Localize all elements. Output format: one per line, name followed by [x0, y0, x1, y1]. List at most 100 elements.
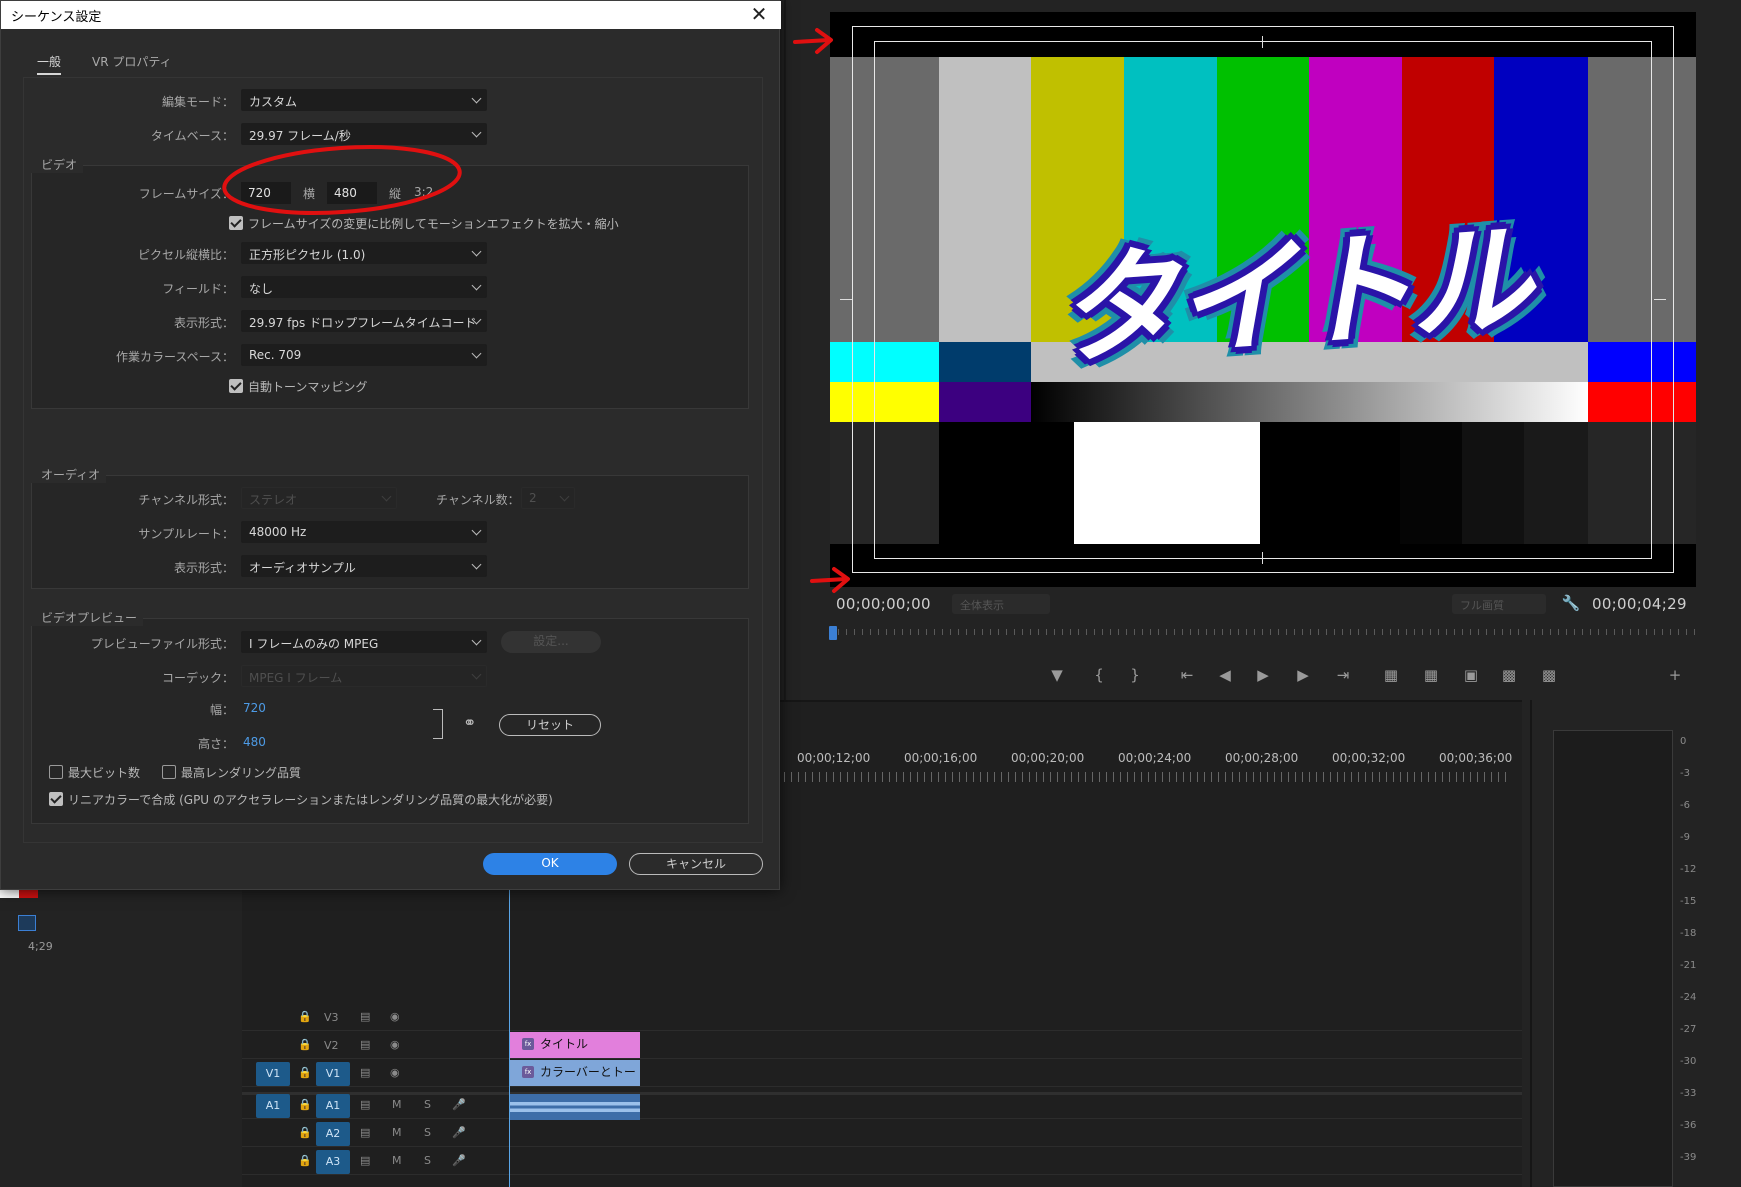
edit-mode-dropdown[interactable]: カスタム: [241, 89, 487, 111]
lock-icon[interactable]: 🔒: [298, 1154, 312, 1167]
microphone-icon[interactable]: 🎤: [452, 1126, 466, 1139]
chain-link-icon[interactable]: ⚭: [463, 713, 476, 732]
toggle-sync-icon[interactable]: ▤: [360, 1098, 370, 1111]
audio-meter: [1553, 730, 1673, 1187]
preview-width-value[interactable]: 720: [243, 701, 266, 715]
source-patch-a1[interactable]: A1: [256, 1094, 290, 1118]
preview-height-value[interactable]: 480: [243, 735, 266, 749]
timeline-playhead[interactable]: [509, 880, 510, 1187]
codec-label: コーデック：: [161, 671, 234, 685]
play-icon[interactable]: ▶: [1252, 664, 1274, 686]
max-render-quality-checkbox[interactable]: [162, 765, 176, 779]
fields-label: フィールド：: [162, 282, 234, 296]
monitor-time-ruler[interactable]: [830, 622, 1698, 642]
pixel-aspect-dropdown[interactable]: 正方形ピクセル (1.0): [241, 242, 487, 264]
lock-icon[interactable]: 🔒: [298, 1010, 312, 1023]
toggle-proxy-icon[interactable]: ▩: [1538, 664, 1560, 686]
track-row-v3: [242, 1004, 1522, 1031]
lock-icon[interactable]: 🔒: [298, 1126, 312, 1139]
monitor-playhead-icon[interactable]: [829, 626, 837, 640]
preview-file-format-dropdown[interactable]: I フレームのみの MPEG: [241, 631, 487, 653]
close-icon[interactable]: ✕: [747, 2, 771, 26]
ok-button[interactable]: OK: [483, 853, 617, 875]
fields-value: なし: [249, 282, 274, 296]
extract-icon[interactable]: ▦: [1420, 664, 1442, 686]
add-button-icon[interactable]: +: [1664, 664, 1686, 686]
step-back-icon[interactable]: ◀: [1214, 664, 1236, 686]
fields-dropdown[interactable]: なし: [241, 276, 487, 298]
clip-title-label: タイトル: [540, 1037, 589, 1051]
eye-icon[interactable]: ◉: [390, 1038, 400, 1051]
timeline-ruler-ticks[interactable]: [784, 772, 1509, 782]
color-space-value: Rec. 709: [249, 348, 302, 362]
clip-title[interactable]: fx タイトル: [510, 1032, 640, 1058]
toggle-sync-icon[interactable]: ▤: [360, 1154, 370, 1167]
mute-icon[interactable]: M: [392, 1098, 402, 1111]
meter-label: -33: [1680, 1088, 1697, 1099]
marker-icon[interactable]: ▼: [1046, 664, 1068, 686]
eye-icon[interactable]: ◉: [390, 1010, 400, 1023]
track-label-a1[interactable]: A1: [316, 1094, 350, 1118]
chevron-down-icon: [471, 246, 482, 257]
tone-mapping-checkbox[interactable]: [229, 379, 243, 393]
display-format-dropdown[interactable]: 29.97 fps ドロップフレームタイムコード: [241, 310, 487, 332]
mark-out-icon[interactable]: }: [1124, 664, 1146, 686]
meter-label: -27: [1680, 1024, 1697, 1035]
tone-mapping-label: 自動トーンマッピング: [248, 380, 368, 394]
solo-icon[interactable]: S: [424, 1154, 431, 1167]
toggle-sync-icon[interactable]: ▤: [360, 1010, 370, 1023]
fx-badge-icon: fx: [522, 1038, 534, 1050]
mark-in-icon[interactable]: {: [1088, 664, 1110, 686]
monitor-timecode-start[interactable]: 00;00;00;00: [836, 595, 931, 613]
linear-color-checkbox[interactable]: [49, 792, 63, 806]
tab-vr-properties[interactable]: VR プロパティ: [92, 53, 172, 70]
annotation-arrow-top: [793, 28, 833, 54]
track-label-v1[interactable]: V1: [316, 1062, 350, 1086]
project-panel-strip: 4;29: [0, 880, 230, 1187]
solo-icon[interactable]: S: [424, 1098, 431, 1111]
lock-icon[interactable]: 🔒: [298, 1038, 312, 1051]
solo-icon[interactable]: S: [424, 1126, 431, 1139]
mute-icon[interactable]: M: [392, 1126, 402, 1139]
microphone-icon[interactable]: 🎤: [452, 1098, 466, 1111]
cancel-button[interactable]: キャンセル: [629, 853, 763, 875]
annotation-ellipse: [222, 145, 462, 215]
track-label-a2[interactable]: A2: [316, 1122, 350, 1146]
edit-mode-label: 編集モード：: [161, 95, 234, 109]
ruler-label: 00;00;12;00: [797, 751, 871, 765]
toggle-sync-icon[interactable]: ▤: [360, 1126, 370, 1139]
reset-button[interactable]: リセット: [499, 714, 601, 736]
max-bit-depth-label: 最大ビット数: [68, 766, 141, 780]
sample-rate-dropdown[interactable]: 48000 Hz: [241, 521, 487, 543]
go-to-in-icon[interactable]: ⇤: [1176, 664, 1198, 686]
camera-icon[interactable]: ▣: [1460, 664, 1482, 686]
lock-icon[interactable]: 🔒: [298, 1098, 312, 1111]
lock-icon[interactable]: 🔒: [298, 1066, 312, 1079]
chevron-down-icon: [381, 491, 392, 502]
go-to-out-icon[interactable]: ⇥: [1332, 664, 1354, 686]
max-bit-depth-checkbox[interactable]: [49, 765, 63, 779]
audio-display-format-dropdown[interactable]: オーディオサンプル: [241, 555, 487, 577]
step-forward-icon[interactable]: ▶: [1292, 664, 1314, 686]
track-label-a3[interactable]: A3: [316, 1150, 350, 1174]
comparison-view-icon[interactable]: ▩: [1498, 664, 1520, 686]
tab-general[interactable]: 一般: [37, 53, 62, 75]
clip-audio-tone[interactable]: [510, 1094, 640, 1120]
clip-color-bars[interactable]: fx カラーバーとトー: [510, 1060, 640, 1086]
fit-dropdown[interactable]: 全体表示: [952, 594, 1050, 614]
codec-value: MPEG I フレーム: [249, 671, 343, 685]
eye-icon[interactable]: ◉: [390, 1066, 400, 1079]
microphone-icon[interactable]: 🎤: [452, 1154, 466, 1167]
lift-icon[interactable]: ▦: [1380, 664, 1402, 686]
track-row-v2: [242, 1032, 1522, 1059]
wrench-icon[interactable]: 🔧: [1560, 592, 1582, 614]
toggle-sync-icon[interactable]: ▤: [360, 1038, 370, 1051]
scale-motion-checkbox[interactable]: [229, 216, 243, 230]
sequence-settings-dialog: シーケンス設定 ✕ 一般 VR プロパティ 編集モード： カスタム タイムベース…: [0, 0, 781, 890]
list-view-icon[interactable]: [18, 915, 36, 931]
quality-dropdown[interactable]: フル画質: [1452, 594, 1546, 614]
source-patch-v1[interactable]: V1: [256, 1062, 290, 1086]
mute-icon[interactable]: M: [392, 1154, 402, 1167]
color-space-dropdown[interactable]: Rec. 709: [241, 344, 487, 366]
toggle-sync-icon[interactable]: ▤: [360, 1066, 370, 1079]
